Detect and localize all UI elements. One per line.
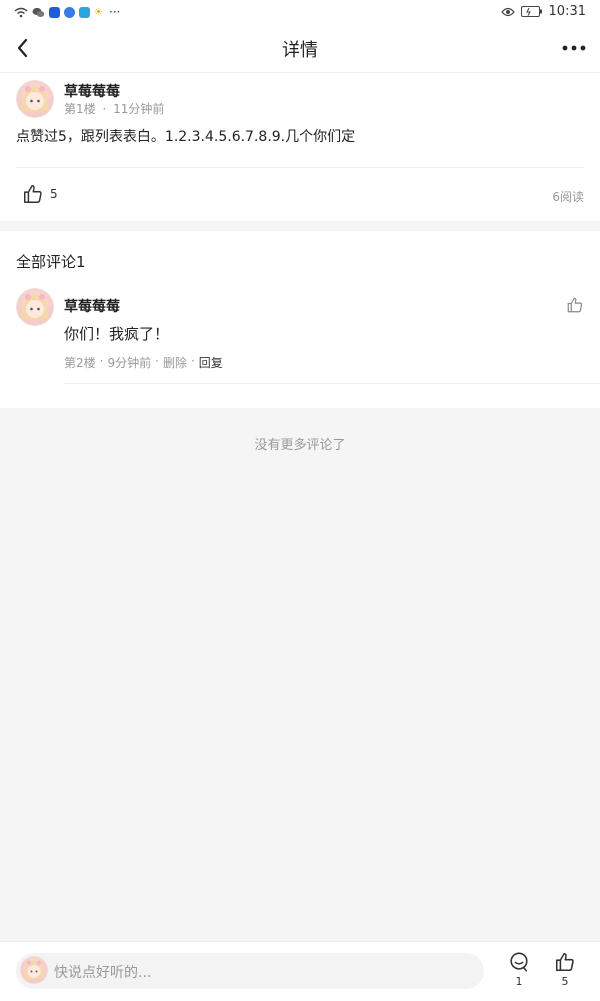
comment-text: 你们！我疯了！ (64, 325, 170, 343)
post-read-count: 6阅读 (552, 190, 584, 204)
post-floor: 第1楼 (64, 102, 96, 116)
meta-separator: · (190, 354, 195, 368)
comment-input-placeholder: 快说点好听的... (54, 965, 152, 981)
clock: 10:31 (548, 4, 586, 19)
battery-icon (520, 6, 542, 17)
page-title: 详情 (282, 40, 318, 61)
bottom-bar: 快说点好听的... 1 5 (0, 941, 600, 1001)
post-time: 11分钟前 (113, 102, 165, 116)
comments-title: 全部评论1 (16, 253, 86, 271)
post-card: 草莓莓莓 第1楼 · 11分钟前 点赞过5，跟列表表白。1.2.3.4.5.6.… (0, 73, 600, 221)
thumbs-up-icon (555, 952, 574, 972)
post-meta: 第1楼 · 11分钟前 (64, 100, 164, 117)
meta-separator: · (102, 102, 107, 116)
meta-separator: · (99, 354, 104, 368)
weather-icon: ☀ (94, 6, 103, 18)
comment-time: 9分钟前 (107, 356, 152, 370)
comment-count: 1 (515, 975, 523, 988)
avatar (20, 956, 48, 984)
status-icons: ☀ ··· (14, 5, 120, 19)
avatar[interactable] (16, 288, 54, 326)
status-right: 10:31 (500, 4, 586, 19)
thumbs-up-icon[interactable] (22, 183, 44, 205)
status-bar: ☀ ··· 10:31 (0, 0, 600, 24)
comment-meta: 第2楼 · 9分钟前 · 删除 · 回复 (64, 354, 223, 371)
wifi-icon (14, 7, 28, 17)
navigation-bar: 详情 (0, 24, 600, 73)
like-count: 5 (561, 975, 569, 988)
eye-icon (500, 7, 515, 16)
comment-floor: 第2楼 (64, 356, 96, 370)
comment-icon (510, 952, 528, 972)
post-content: 点赞过5，跟列表表白。1.2.3.4.5.6.7.8.9.几个你们定 (16, 129, 356, 145)
comment-button[interactable]: 1 (504, 951, 534, 999)
reply-button[interactable]: 回复 (199, 354, 223, 371)
no-more-comments: 没有更多评论了 (254, 438, 346, 453)
post-like-count: 5 (50, 187, 58, 201)
avatar[interactable] (16, 80, 54, 118)
meta-separator: · (155, 354, 159, 368)
comments-section: 全部评论1 草莓莓莓 你们！我疯了！ 第2楼 · 9分钟前 · 删除 · 回复 (0, 231, 600, 408)
post-author[interactable]: 草莓莓莓 (64, 81, 120, 101)
tv-app-icon (79, 6, 90, 18)
more-icon[interactable] (560, 36, 588, 60)
divider (16, 167, 584, 168)
wechat-icon (32, 7, 45, 17)
comment-author[interactable]: 草莓莓莓 (64, 296, 120, 316)
like-button[interactable]: 5 (550, 951, 580, 999)
thumbs-up-icon[interactable] (566, 296, 584, 314)
divider (64, 383, 600, 384)
browser-notification-icon (64, 6, 75, 18)
comment-input[interactable]: 快说点好听的... (16, 953, 484, 989)
more-notifications-indicator: ··· (109, 5, 121, 19)
delete-button[interactable]: 删除 (163, 354, 187, 371)
avatar-illustration (21, 294, 49, 319)
avatar-illustration (23, 960, 45, 979)
app-notification-icon (49, 6, 60, 18)
avatar-illustration (21, 86, 49, 111)
